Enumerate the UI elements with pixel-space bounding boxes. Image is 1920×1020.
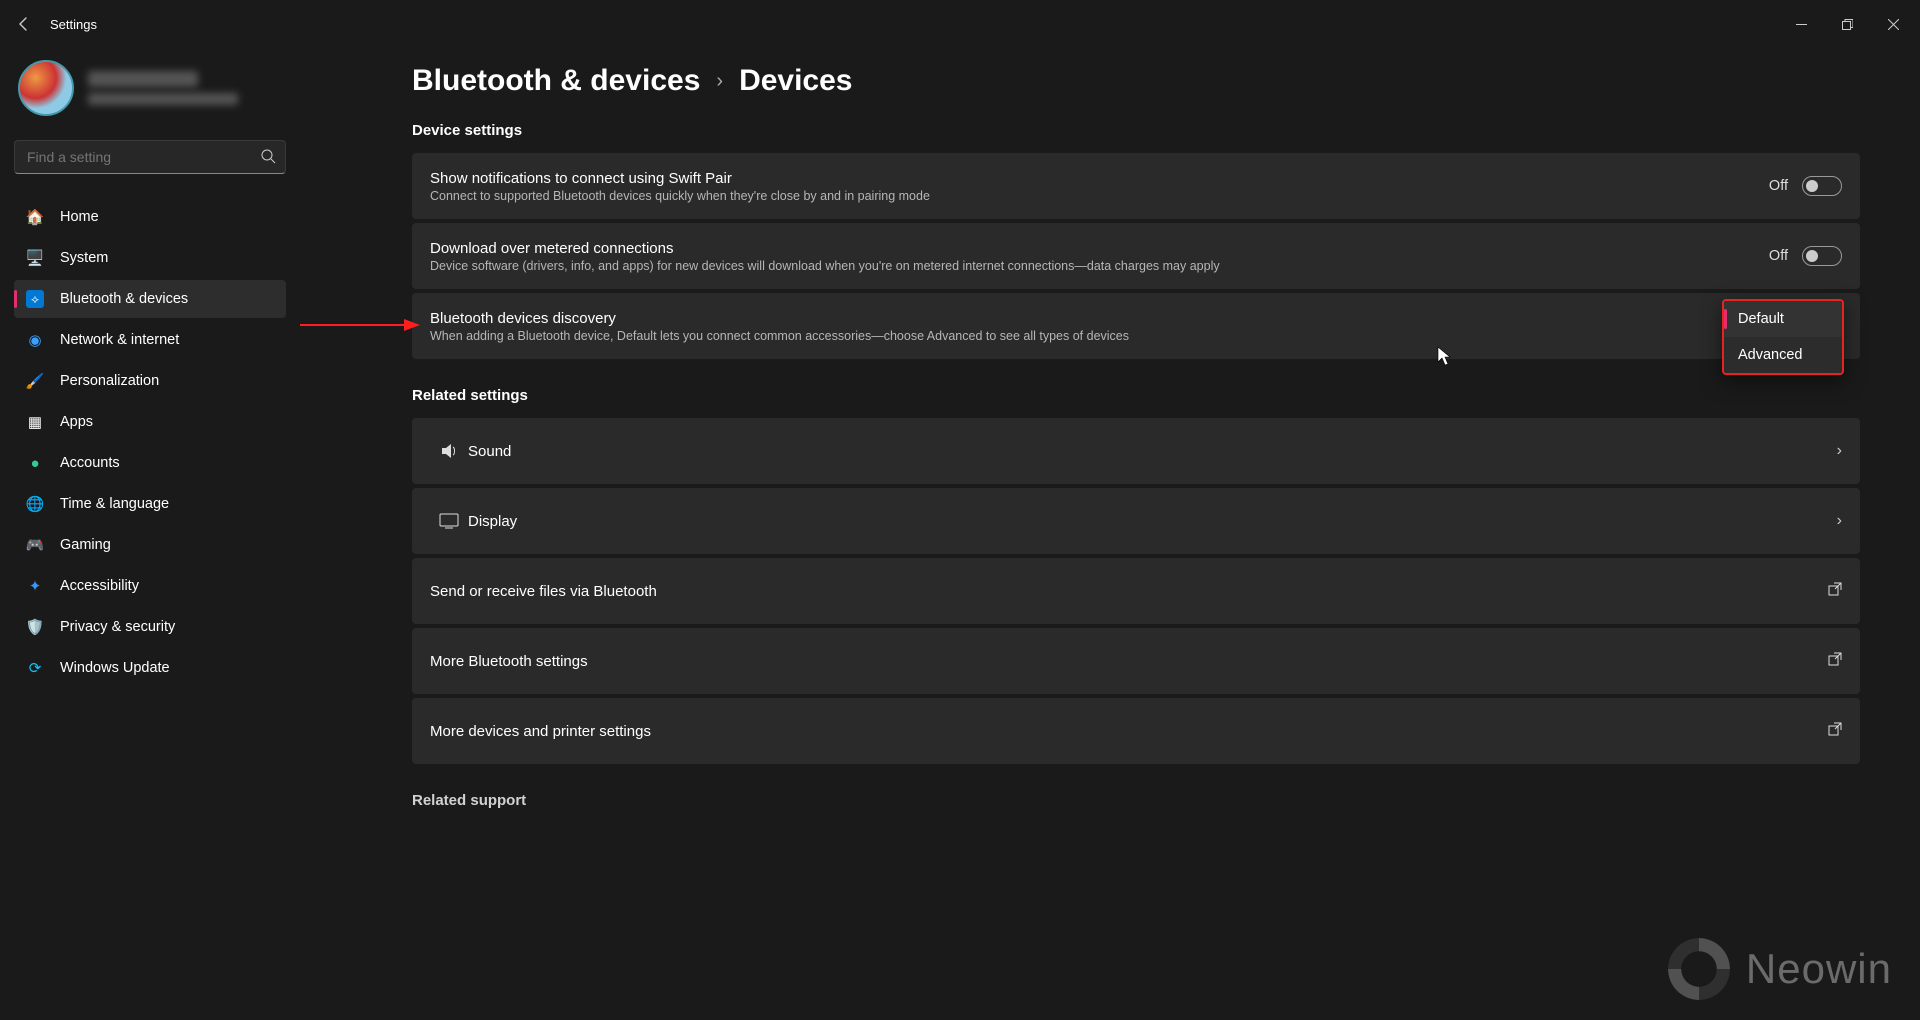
chevron-right-icon: › (1837, 442, 1842, 460)
user-info-redacted (88, 71, 238, 105)
row-metered-download: Download over metered connections Device… (412, 223, 1860, 289)
sidebar-item-bluetooth-devices[interactable]: ⟡ Bluetooth & devices (14, 280, 286, 318)
brush-icon: 🖌️ (26, 372, 44, 390)
discovery-dropdown[interactable]: Default Advanced (1722, 299, 1844, 375)
chevron-right-icon: › (716, 70, 723, 93)
row-desc: Connect to supported Bluetooth devices q… (430, 189, 1769, 203)
sidebar-item-accessibility[interactable]: ✦ Accessibility (14, 567, 286, 605)
sidebar-item-label: Accessibility (60, 578, 139, 594)
row-title: Sound (468, 443, 1837, 460)
search-box[interactable] (14, 140, 286, 174)
row-title: Display (468, 513, 1837, 530)
update-icon: ⟳ (26, 659, 44, 677)
breadcrumb: Bluetooth & devices › Devices (412, 64, 1860, 98)
sidebar-item-network[interactable]: ◉ Network & internet (14, 321, 286, 359)
maximize-button[interactable] (1824, 8, 1870, 40)
dropdown-option-default[interactable]: Default (1724, 301, 1842, 337)
maximize-icon (1842, 19, 1853, 30)
arrow-left-icon (16, 16, 32, 32)
sidebar-item-home[interactable]: 🏠 Home (14, 198, 286, 236)
user-account-block[interactable] (14, 56, 286, 134)
external-link-icon (1828, 582, 1842, 601)
nav-list: 🏠 Home 🖥️ System ⟡ Bluetooth & devices ◉ Net… (14, 198, 286, 687)
search-icon (260, 148, 276, 169)
breadcrumb-current: Devices (739, 64, 852, 98)
external-link-icon (1828, 652, 1842, 671)
bluetooth-icon: ⟡ (26, 290, 44, 308)
row-swift-pair: Show notifications to connect using Swif… (412, 153, 1860, 219)
titlebar: Settings (0, 0, 1920, 48)
chevron-right-icon: › (1837, 512, 1842, 530)
row-send-receive-bluetooth[interactable]: Send or receive files via Bluetooth (412, 558, 1860, 624)
breadcrumb-parent[interactable]: Bluetooth & devices (412, 64, 700, 98)
row-more-bluetooth-settings[interactable]: More Bluetooth settings (412, 628, 1860, 694)
window-title: Settings (50, 17, 97, 32)
sidebar-item-label: Gaming (60, 537, 111, 553)
row-desc: When adding a Bluetooth device, Default … (430, 329, 1712, 343)
back-button[interactable] (4, 4, 44, 44)
minimize-icon (1796, 19, 1807, 30)
section-title-related: Related settings (412, 387, 1860, 404)
row-discovery: Bluetooth devices discovery When adding … (412, 293, 1860, 359)
sidebar-item-label: Personalization (60, 373, 159, 389)
sidebar-item-label: System (60, 250, 108, 266)
sidebar-item-privacy[interactable]: 🛡️ Privacy & security (14, 608, 286, 646)
sidebar-item-windows-update[interactable]: ⟳ Windows Update (14, 649, 286, 687)
sidebar-item-time-language[interactable]: 🌐 Time & language (14, 485, 286, 523)
row-title: Send or receive files via Bluetooth (430, 583, 1828, 600)
row-title: More devices and printer settings (430, 723, 1828, 740)
display-icon (430, 513, 468, 529)
system-icon: 🖥️ (26, 249, 44, 267)
sidebar-item-gaming[interactable]: 🎮 Gaming (14, 526, 286, 564)
sidebar-item-label: Bluetooth & devices (60, 291, 188, 307)
sidebar-item-label: Network & internet (60, 332, 179, 348)
sidebar-item-label: Time & language (60, 496, 169, 512)
close-button[interactable] (1870, 8, 1916, 40)
apps-icon: ▦ (26, 413, 44, 431)
main-content: Bluetooth & devices › Devices Device set… (300, 48, 1920, 1020)
section-title-support: Related support (412, 792, 1860, 809)
gamepad-icon: 🎮 (26, 536, 44, 554)
toggle-swift-pair[interactable] (1802, 176, 1842, 196)
sidebar-item-label: Apps (60, 414, 93, 430)
toggle-state-label: Off (1769, 248, 1788, 264)
person-icon: ● (26, 454, 44, 472)
sidebar: 🏠 Home 🖥️ System ⟡ Bluetooth & devices ◉ Net… (0, 48, 300, 1020)
row-sound[interactable]: Sound › (412, 418, 1860, 484)
sidebar-item-label: Home (60, 209, 99, 225)
close-icon (1888, 19, 1899, 30)
accessibility-icon: ✦ (26, 577, 44, 595)
sidebar-item-personalization[interactable]: 🖌️ Personalization (14, 362, 286, 400)
external-link-icon (1828, 722, 1842, 741)
avatar (18, 60, 74, 116)
row-title: Bluetooth devices discovery (430, 310, 1712, 327)
wifi-icon: ◉ (26, 331, 44, 349)
minimize-button[interactable] (1778, 8, 1824, 40)
row-title: Show notifications to connect using Swif… (430, 170, 1769, 187)
globe-icon: 🌐 (26, 495, 44, 513)
dropdown-option-advanced[interactable]: Advanced (1724, 337, 1842, 373)
sidebar-item-label: Privacy & security (60, 619, 175, 635)
row-title: More Bluetooth settings (430, 653, 1828, 670)
row-display[interactable]: Display › (412, 488, 1860, 554)
sidebar-item-accounts[interactable]: ● Accounts (14, 444, 286, 482)
sidebar-item-label: Windows Update (60, 660, 170, 676)
sidebar-item-system[interactable]: 🖥️ System (14, 239, 286, 277)
shield-icon: 🛡️ (26, 618, 44, 636)
toggle-state-label: Off (1769, 178, 1788, 194)
sound-icon (430, 441, 468, 461)
section-title-device-settings: Device settings (412, 122, 1860, 139)
row-more-devices-printers[interactable]: More devices and printer settings (412, 698, 1860, 764)
row-desc: Device software (drivers, info, and apps… (430, 259, 1769, 273)
sidebar-item-apps[interactable]: ▦ Apps (14, 403, 286, 441)
home-icon: 🏠 (26, 208, 44, 226)
toggle-metered[interactable] (1802, 246, 1842, 266)
row-title: Download over metered connections (430, 240, 1769, 257)
sidebar-item-label: Accounts (60, 455, 120, 471)
search-input[interactable] (14, 140, 286, 174)
